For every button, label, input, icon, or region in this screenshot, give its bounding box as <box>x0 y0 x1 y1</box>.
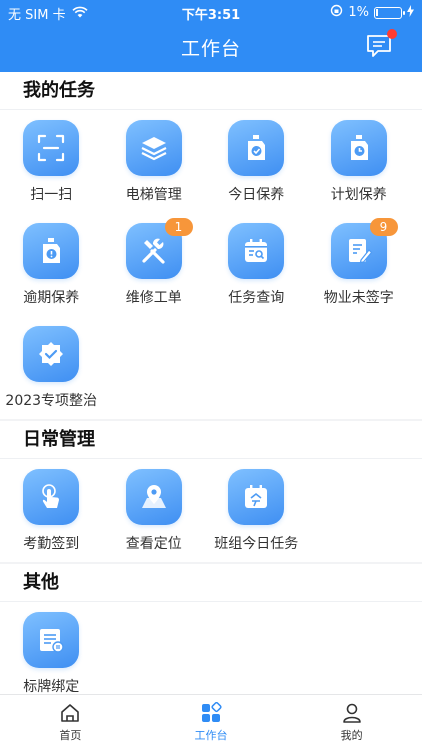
tab-workbench[interactable]: 工作台 <box>141 695 282 750</box>
grid-item-label: 标牌绑定 <box>23 679 80 695</box>
grid-item-label: 查看定位 <box>125 536 182 552</box>
grid-apps-icon <box>202 702 222 722</box>
task-grid: 扫一扫 电梯管理 今日保养 计划保养 逾期保养 维修工单 1 任务查询 物业未签… <box>0 110 422 419</box>
grid-item-attendance[interactable]: 考勤签到 <box>0 459 103 562</box>
oil-bottle-alert-icon <box>23 223 80 279</box>
section-other: 其他 标牌绑定 <box>0 564 422 705</box>
grid-item-label: 任务查询 <box>228 290 285 306</box>
grid-item-special-rectification[interactable]: 2023专项整治 <box>0 316 103 419</box>
battery-icon <box>374 6 405 19</box>
grid-item-label: 逾期保养 <box>23 290 80 306</box>
tab-mine[interactable]: 我的 <box>281 695 422 750</box>
charging-icon <box>407 4 414 21</box>
grid-item-label: 考勤签到 <box>23 536 80 552</box>
section-title: 我的任务 <box>0 72 422 110</box>
other-grid: 标牌绑定 <box>0 602 422 705</box>
grid-item-repair-order[interactable]: 维修工单 1 <box>103 213 206 316</box>
tab-label: 首页 <box>59 729 82 742</box>
grid-item-elevator-management[interactable]: 电梯管理 <box>103 110 206 213</box>
tab-label: 工作台 <box>194 729 228 742</box>
map-pin-icon <box>125 469 182 525</box>
section-title: 其他 <box>0 564 422 602</box>
notification-dot <box>387 29 397 39</box>
page-title: 工作台 <box>180 38 241 60</box>
tab-label: 我的 <box>340 729 363 742</box>
grid-item-planned-maintenance[interactable]: 计划保养 <box>308 110 411 213</box>
grid-item-team-today-task[interactable]: 班组今日任务 <box>205 459 308 562</box>
oil-bottle-clock-icon <box>330 120 387 176</box>
grid-item-overdue-maintenance[interactable]: 逾期保养 <box>0 213 103 316</box>
grid-item-tag-binding[interactable]: 标牌绑定 <box>0 602 103 705</box>
home-icon <box>61 704 80 722</box>
calendar-today-icon <box>228 469 285 525</box>
orientation-lock-icon <box>330 4 343 21</box>
grid-item-label: 电梯管理 <box>125 187 182 203</box>
workbench-content: 我的任务 扫一扫 电梯管理 今日保养 计划保养 逾期保养 维修工单 1 任务查询… <box>0 72 422 705</box>
grid-item-label: 2023专项整治 <box>5 393 98 409</box>
tab-bar: 首页 工作台 我的 <box>0 694 422 750</box>
shield-check-icon <box>23 326 80 382</box>
grid-item-label: 扫一扫 <box>30 187 73 203</box>
daily-grid: 考勤签到 查看定位 班组今日任务 <box>0 459 422 562</box>
grid-item-label: 维修工单 <box>125 290 182 306</box>
grid-item-label: 今日保养 <box>228 187 285 203</box>
section-daily-management: 日常管理 考勤签到 查看定位 班组今日任务 <box>0 421 422 562</box>
oil-bottle-check-icon <box>228 120 285 176</box>
message-button[interactable] <box>366 29 397 58</box>
grid-item-property-unsigned[interactable]: 物业未签字 9 <box>308 213 411 316</box>
grid-item-scan[interactable]: 扫一扫 <box>0 110 103 213</box>
section-title: 日常管理 <box>0 421 422 459</box>
grid-item-view-location[interactable]: 查看定位 <box>103 459 206 562</box>
scan-icon <box>23 120 80 176</box>
calendar-search-icon <box>228 223 285 279</box>
battery-percent: 1% <box>348 5 369 20</box>
grid-item-label: 班组今日任务 <box>214 536 299 552</box>
grid-item-task-query[interactable]: 任务查询 <box>205 213 308 316</box>
user-icon <box>342 703 361 723</box>
grid-item-today-maintenance[interactable]: 今日保养 <box>205 110 308 213</box>
section-my-tasks: 我的任务 扫一扫 电梯管理 今日保养 计划保养 逾期保养 维修工单 1 任务查询… <box>0 72 422 419</box>
grid-item-label: 计划保养 <box>330 187 387 203</box>
property-unsigned-badge: 9 <box>369 218 398 236</box>
status-bar: 无 SIM 卡 下午3:51 1% <box>0 0 422 24</box>
grid-item-label: 物业未签字 <box>323 290 394 306</box>
tab-home[interactable]: 首页 <box>0 695 141 750</box>
layers-icon <box>125 120 182 176</box>
tap-finger-icon <box>23 469 80 525</box>
repair-order-badge: 1 <box>164 218 193 236</box>
tag-card-icon <box>23 612 80 668</box>
top-bar: 无 SIM 卡 下午3:51 1% 工作台 <box>0 0 422 72</box>
status-right: 1% <box>330 4 414 21</box>
